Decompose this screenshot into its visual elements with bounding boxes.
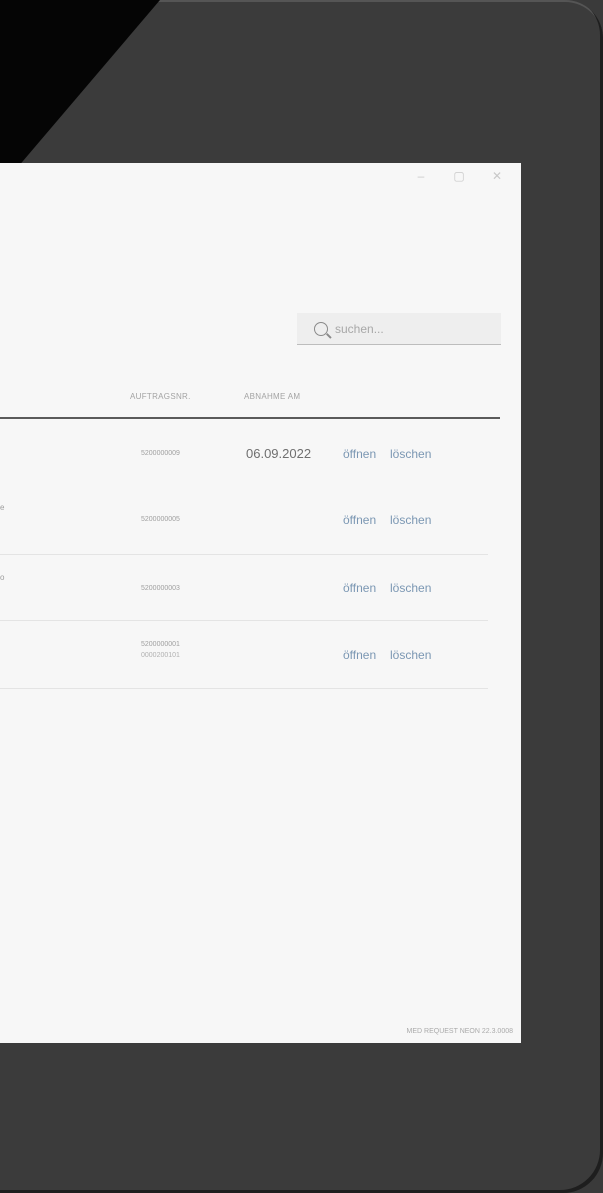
table-row[interactable]: 5200000001 0000200101 öffnen löschen xyxy=(0,621,488,689)
app-window: – ▢ ✕ AUFTRAGSNR. ABNAHME AM 5200000009 … xyxy=(0,163,521,1043)
search-input[interactable] xyxy=(333,320,497,337)
order-number: 5200000005 xyxy=(141,516,180,523)
open-link[interactable]: öffnen xyxy=(343,513,376,527)
maximize-icon[interactable]: ▢ xyxy=(453,169,465,183)
truncated-text: o xyxy=(0,573,5,582)
delete-link[interactable]: löschen xyxy=(390,447,431,461)
order-number: 5200000001 xyxy=(141,641,180,648)
accept-date: 06.09.2022 xyxy=(246,446,312,461)
version-label: MED REQUEST NEON 22.3.0008 xyxy=(406,1028,513,1035)
table-row[interactable]: e 5200000005 öffnen löschen xyxy=(0,487,488,555)
truncated-text: e xyxy=(0,503,5,512)
window-controls: – ▢ ✕ xyxy=(415,169,503,183)
column-header-accept-date[interactable]: ABNAHME AM xyxy=(244,392,300,401)
table-row[interactable]: o 5200000003 öffnen löschen xyxy=(0,555,488,621)
order-number-secondary: 0000200101 xyxy=(141,652,180,659)
delete-link[interactable]: löschen xyxy=(390,513,431,527)
search-box[interactable] xyxy=(297,313,501,345)
delete-link[interactable]: löschen xyxy=(390,581,431,595)
open-link[interactable]: öffnen xyxy=(343,581,376,595)
row-divider xyxy=(0,688,488,689)
delete-link[interactable]: löschen xyxy=(390,648,431,662)
close-icon[interactable]: ✕ xyxy=(491,169,503,183)
open-link[interactable]: öffnen xyxy=(343,447,376,461)
open-link[interactable]: öffnen xyxy=(343,648,376,662)
column-header-order-no[interactable]: AUFTRAGSNR. xyxy=(130,392,191,401)
table-row[interactable]: 5200000009 06.09.2022 öffnen löschen xyxy=(0,419,488,487)
order-number: 5200000009 xyxy=(141,450,180,457)
order-number: 5200000003 xyxy=(141,585,180,592)
search-icon[interactable] xyxy=(314,321,328,336)
minimize-icon[interactable]: – xyxy=(415,169,427,183)
